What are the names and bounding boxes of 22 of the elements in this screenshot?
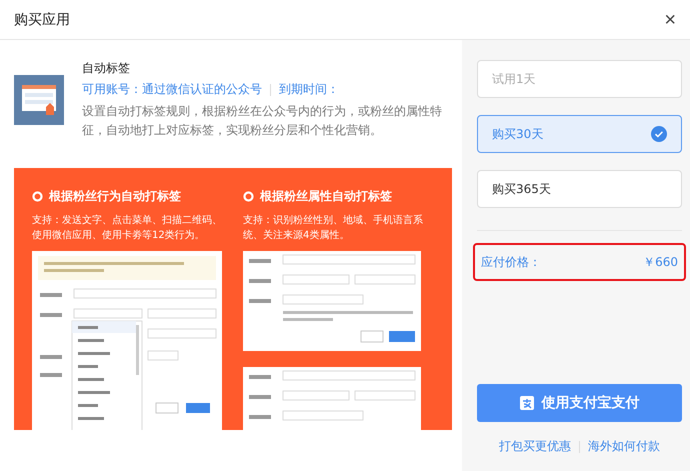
circle-icon	[32, 191, 43, 202]
banner-support-text: 支持：识别粉丝性别、地域、手机语言系统、关注来源4类属性。	[243, 214, 424, 243]
app-name: 自动标签	[82, 60, 131, 77]
help-link[interactable]: 打包买更优惠	[499, 438, 571, 455]
account-requirement: 可用账号：通过微信认证的公众号	[82, 81, 262, 98]
banner-heading: 根据粉丝属性自动打标签	[260, 188, 392, 205]
tag-icon	[14, 75, 64, 125]
banner-support-text: 支持：发送文字、点击菜单、扫描二维码、使用微信应用、使用卡劵等12类行为。	[32, 214, 223, 243]
app-description: 设置自动打标签规则，根据粉丝在公众号内的行为，或粉丝的属性特征，自动地打上对应标签，实现粉丝分层和个性化营销。	[82, 103, 443, 139]
help-link[interactable]: 海外如何付款	[588, 438, 660, 455]
price-value: ￥660	[643, 254, 678, 270]
alipay-button[interactable]: 使用支付宝支付	[477, 384, 682, 422]
banner-heading: 根据粉丝行为自动打标签	[49, 188, 181, 205]
expiry-label: 到期时间：	[279, 81, 339, 98]
plan-option[interactable]: 购买365天	[477, 170, 682, 208]
circle-icon	[243, 191, 254, 202]
plan-option[interactable]: 购买30天	[477, 115, 682, 153]
close-button[interactable]: ×	[664, 10, 676, 30]
price-label: 应付价格：	[481, 254, 541, 270]
dialog-title: 购买应用	[14, 10, 70, 28]
payment-icon	[520, 396, 534, 410]
check-icon	[651, 126, 667, 142]
